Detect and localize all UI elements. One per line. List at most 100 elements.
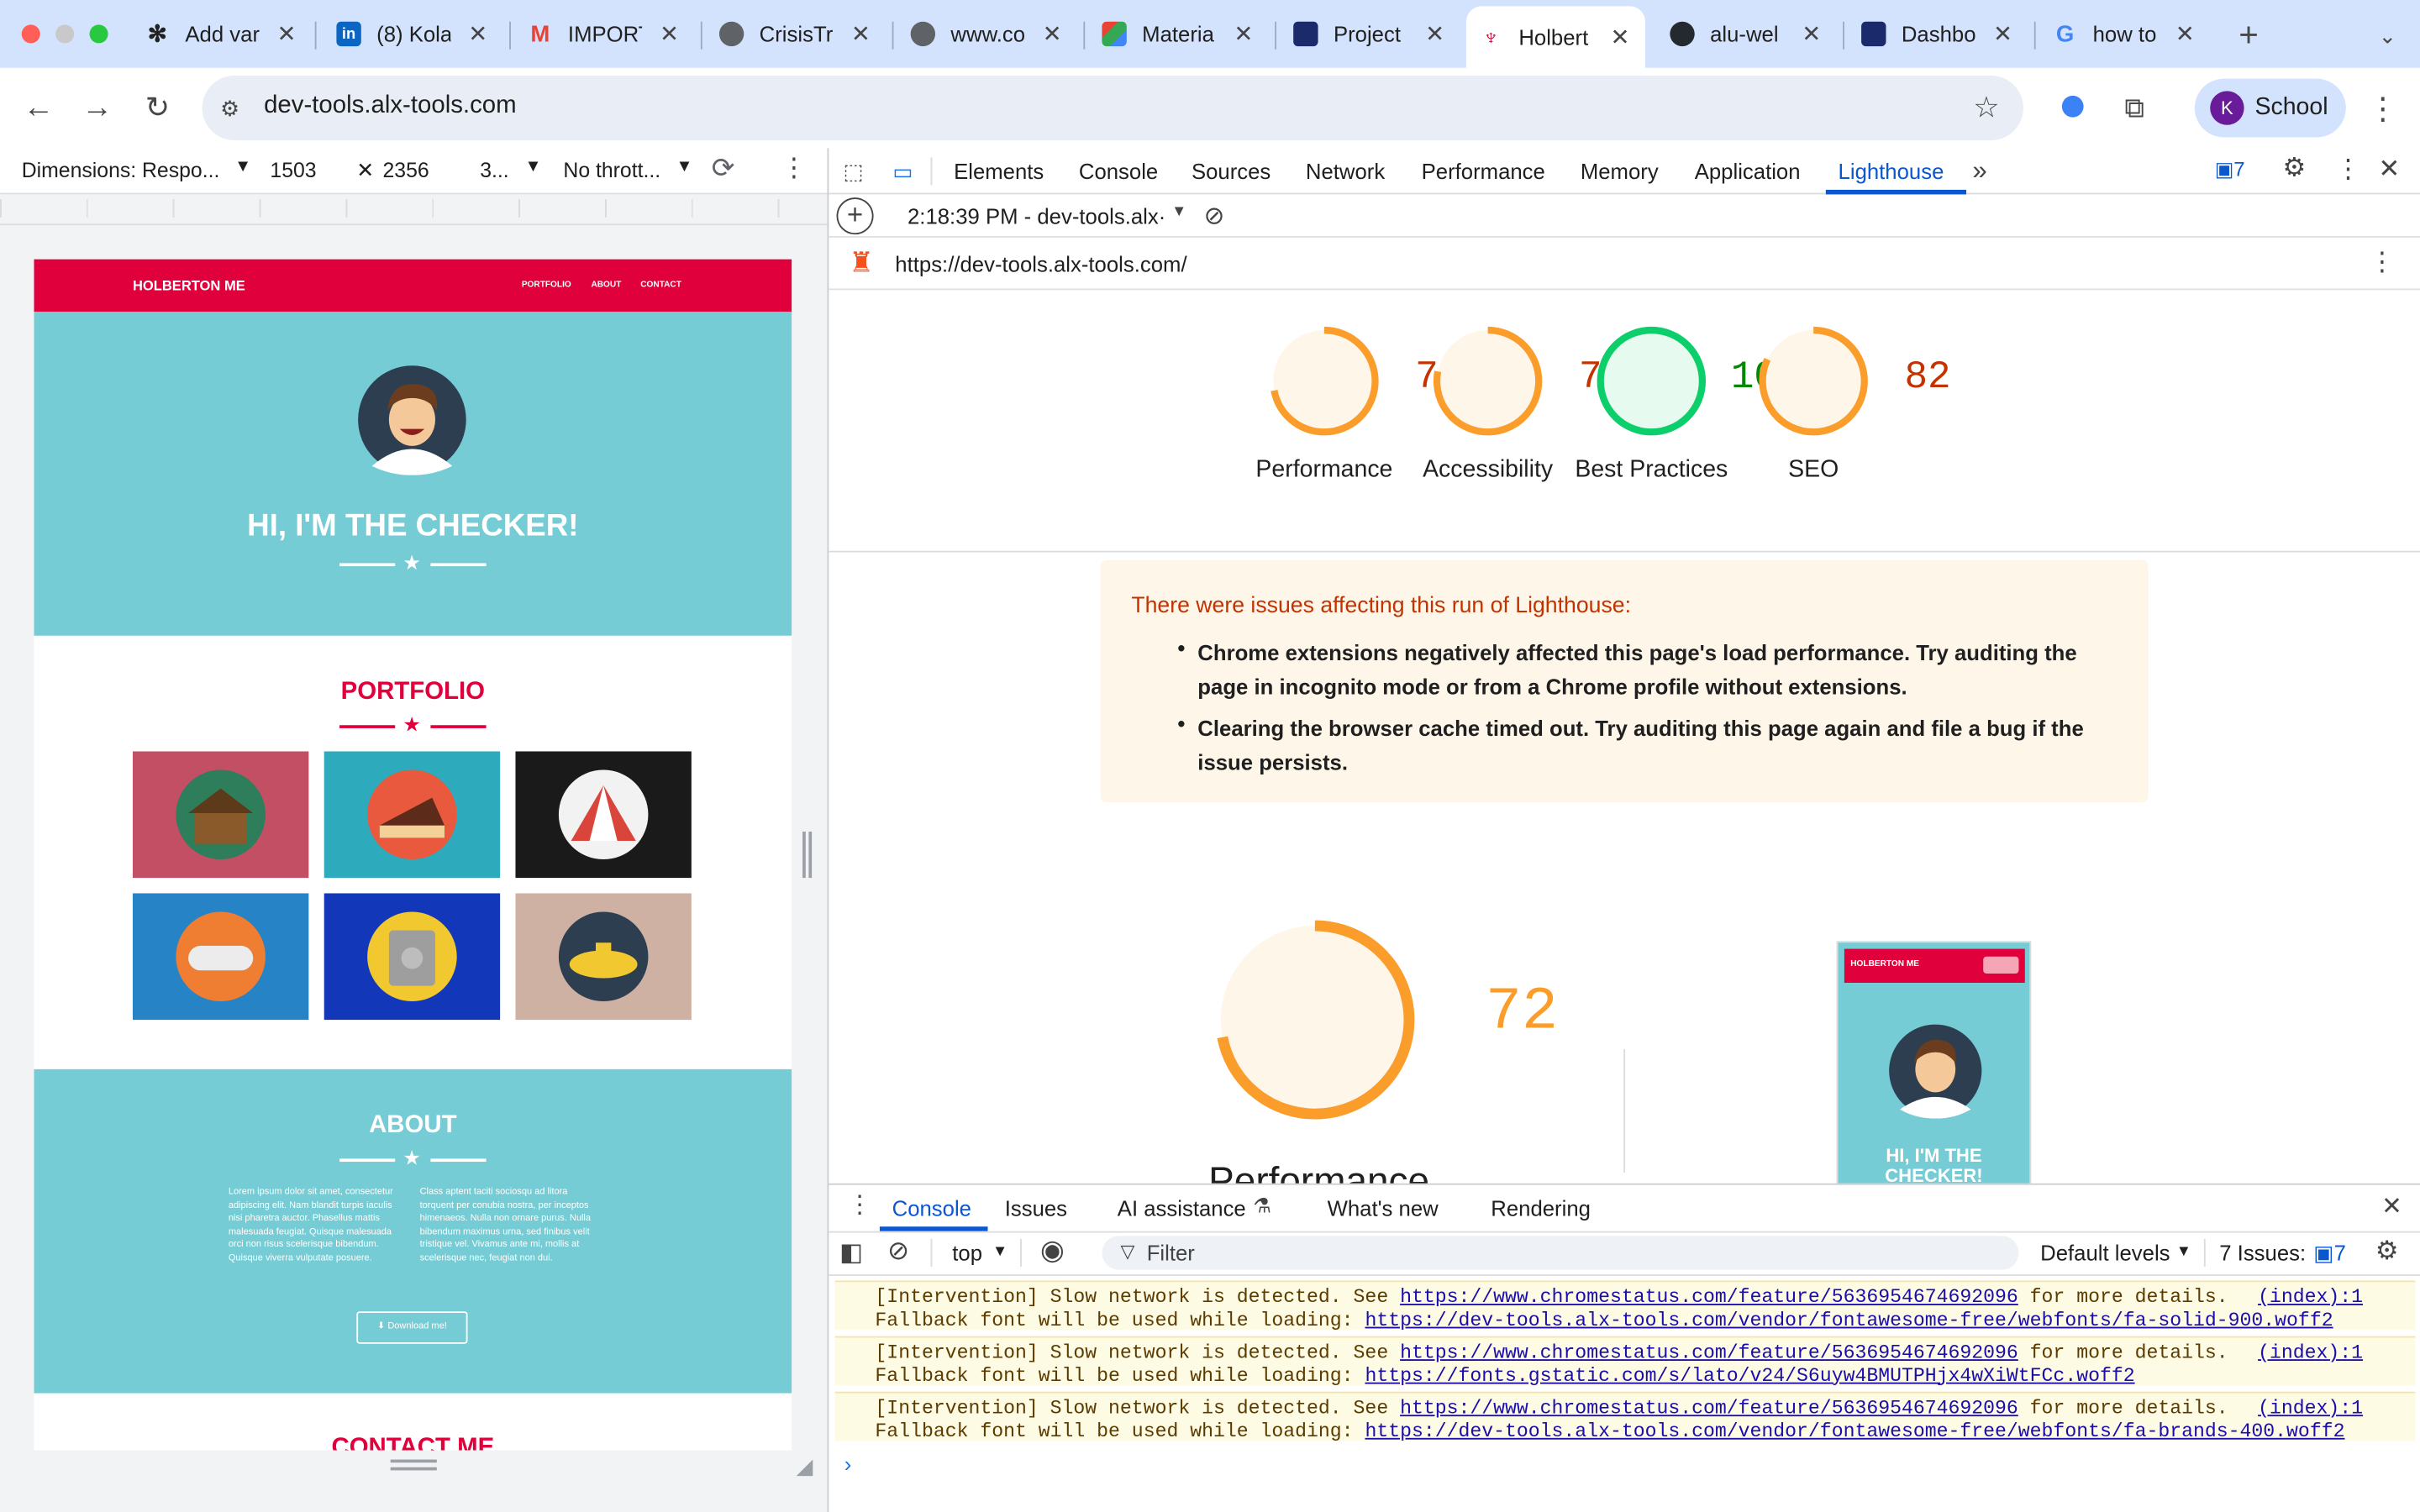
download-button[interactable]: ⬇ Download me! [356, 1311, 468, 1344]
drawer-tab-ai-assistance[interactable]: AI assistance [1118, 1195, 1246, 1220]
close-tab-icon[interactable]: ✕ [851, 20, 871, 48]
tab-console[interactable]: Console [1079, 148, 1158, 194]
browser-tab[interactable]: in (8) Kola ✕ [324, 13, 503, 55]
browser-tab-active[interactable]: ♆ Holbert ✕ [1465, 6, 1645, 68]
report-menu-icon[interactable]: ⋮ [2369, 247, 2395, 278]
profile-button[interactable]: K School [2194, 78, 2346, 138]
bookmark-star-icon[interactable]: ☆ [1968, 90, 2005, 127]
browser-tab[interactable]: G how to ✕ [2040, 13, 2210, 55]
new-tab-icon[interactable]: + [2228, 15, 2269, 55]
site-info-icon[interactable]: ⚙ [214, 92, 245, 123]
resize-handle-right[interactable] [802, 832, 813, 879]
browser-tab[interactable]: M IMPORT ✕ [515, 13, 694, 55]
browser-tab[interactable]: Materia ✕ [1090, 13, 1269, 55]
close-tab-icon[interactable]: ✕ [1610, 24, 1629, 51]
clear-console-icon[interactable]: ⊘ [887, 1236, 909, 1267]
close-drawer-icon[interactable]: ✕ [2381, 1191, 2402, 1222]
rotate-icon[interactable]: ⟳ [712, 153, 735, 186]
browser-tab[interactable]: Project ✕ [1281, 13, 1460, 55]
browser-tab[interactable]: CrisisTr ✕ [707, 13, 886, 55]
close-tab-icon[interactable]: ✕ [277, 20, 297, 48]
browser-tab[interactable]: ✻ Add var ✕ [133, 13, 312, 55]
extensions-puzzle-icon[interactable]: ⧉ [2114, 88, 2154, 129]
settings-gear-icon[interactable]: ⚙ [2283, 153, 2307, 184]
dpr-select[interactable]: 3... [480, 159, 508, 182]
close-tab-icon[interactable]: ✕ [1802, 20, 1821, 48]
portfolio-tile-tent[interactable] [515, 751, 692, 879]
close-tab-icon[interactable]: ✕ [468, 20, 487, 48]
context-select[interactable]: top [952, 1241, 982, 1265]
tab-elements[interactable]: Elements [954, 148, 1044, 194]
drawer-menu-icon[interactable]: ⋮ [847, 1189, 871, 1221]
inspect-element-icon[interactable]: ⬚ [838, 156, 869, 187]
sidebar-toggle-icon[interactable]: ◧ [839, 1237, 863, 1268]
score-gauge[interactable]: 100 [1594, 324, 1801, 438]
tab-network[interactable]: Network [1306, 148, 1385, 194]
minimize-window-button[interactable] [55, 24, 75, 44]
close-tab-icon[interactable]: ✕ [1234, 20, 1253, 48]
url-text[interactable]: dev-tools.alx-tools.com [264, 92, 517, 120]
browser-tab[interactable]: alu-wel ✕ [1658, 13, 1837, 55]
log-levels-select[interactable]: Default levels [2040, 1241, 2170, 1265]
browser-tab[interactable]: Dashbo ✕ [1849, 13, 2028, 55]
message-link[interactable]: https://dev-tools.alx-tools.com/vendor/f… [1365, 1420, 2344, 1442]
height-input[interactable]: 2356 [383, 159, 429, 182]
live-expression-eye-icon[interactable]: ◉ [1040, 1234, 1065, 1267]
nav-contact-link[interactable]: CONTACT [640, 281, 681, 290]
throttle-select[interactable]: No thrott... [563, 159, 660, 182]
reload-icon[interactable]: ↻ [137, 88, 177, 129]
issues-badge[interactable]: ▣7 [2215, 157, 2245, 181]
device-toggle-icon[interactable]: ▭ [887, 156, 918, 187]
message-source-link[interactable]: (index):1 [2258, 1398, 2363, 1420]
nav-portfolio-link[interactable]: PORTFOLIO [522, 281, 571, 290]
console-issues-label[interactable]: 7 Issues: [2219, 1241, 2306, 1265]
message-link[interactable]: https://www.chromestatus.com/feature/563… [1400, 1287, 2018, 1309]
console-prompt-icon[interactable]: › [844, 1452, 852, 1476]
extension-icon[interactable] [2061, 95, 2084, 118]
score-gauge[interactable]: 82 [1756, 324, 1951, 438]
screenshot-thumbnail[interactable]: HOLBERTON ME HI, I'M THE CHECKER! [1836, 941, 2032, 1185]
message-source-link[interactable]: (index):1 [2258, 1287, 2363, 1310]
forward-icon[interactable]: → [77, 88, 118, 129]
more-options-icon[interactable]: ⋮ [781, 153, 807, 184]
portfolio-tile-safe[interactable] [324, 893, 501, 1021]
close-tab-icon[interactable]: ✕ [660, 20, 679, 48]
drawer-tab-console[interactable]: Console [892, 1195, 971, 1220]
close-window-button[interactable] [21, 24, 40, 44]
report-url[interactable]: https://dev-tools.alx-tools.com/ [895, 251, 1186, 276]
console-message[interactable]: [Intervention] Slow network is detected.… [834, 1280, 2416, 1331]
console-settings-gear-icon[interactable]: ⚙ [2375, 1236, 2399, 1267]
drawer-tab-issues[interactable]: Issues [1005, 1195, 1067, 1220]
portfolio-tile-cake[interactable] [324, 751, 501, 879]
close-tab-icon[interactable]: ✕ [2175, 20, 2195, 48]
tab-search-icon[interactable]: ⌄ [2368, 15, 2408, 55]
devtools-menu-icon[interactable]: ⋮ [2335, 155, 2361, 186]
message-link[interactable]: https://www.chromestatus.com/feature/563… [1400, 1398, 2018, 1420]
portfolio-tile-gamepad[interactable] [132, 893, 309, 1021]
close-tab-icon[interactable]: ✕ [1993, 20, 2012, 48]
resize-handle-bottom[interactable] [390, 1467, 437, 1471]
tab-application[interactable]: Application [1695, 148, 1801, 194]
close-tab-icon[interactable]: ✕ [1425, 20, 1444, 48]
score-gauge[interactable]: 72 [1267, 324, 1461, 438]
tab-memory[interactable]: Memory [1581, 148, 1659, 194]
tab-sources[interactable]: Sources [1192, 148, 1270, 194]
new-report-icon[interactable]: + [836, 197, 874, 235]
message-link[interactable]: https://www.chromestatus.com/feature/563… [1400, 1342, 2018, 1364]
more-tabs-icon[interactable]: » [1972, 156, 1986, 187]
clear-all-icon[interactable]: ⊘ [1204, 201, 1225, 232]
console-issues-badge[interactable]: ▣7 [2313, 1241, 2346, 1267]
dimensions-select[interactable]: Dimensions: Respo... [22, 159, 220, 182]
message-link[interactable]: https://fonts.gstatic.com/s/lato/v24/S6u… [1365, 1365, 2134, 1387]
portfolio-tile-cabin[interactable] [132, 751, 309, 879]
console-message[interactable]: [Intervention] Slow network is detected.… [834, 1336, 2416, 1387]
nav-about-link[interactable]: ABOUT [591, 281, 621, 290]
tab-lighthouse[interactable]: Lighthouse [1839, 148, 1944, 194]
console-filter-input[interactable]: ▽ Filter [1102, 1236, 2019, 1270]
close-tab-icon[interactable]: ✕ [1043, 20, 1062, 48]
zoom-window-button[interactable] [89, 24, 108, 44]
message-link[interactable]: https://dev-tools.alx-tools.com/vendor/f… [1365, 1309, 2333, 1331]
drawer-tab-rendering[interactable]: Rendering [1491, 1195, 1591, 1220]
portfolio-tile-submarine[interactable] [515, 893, 692, 1021]
media-query-bar[interactable] [0, 194, 828, 226]
